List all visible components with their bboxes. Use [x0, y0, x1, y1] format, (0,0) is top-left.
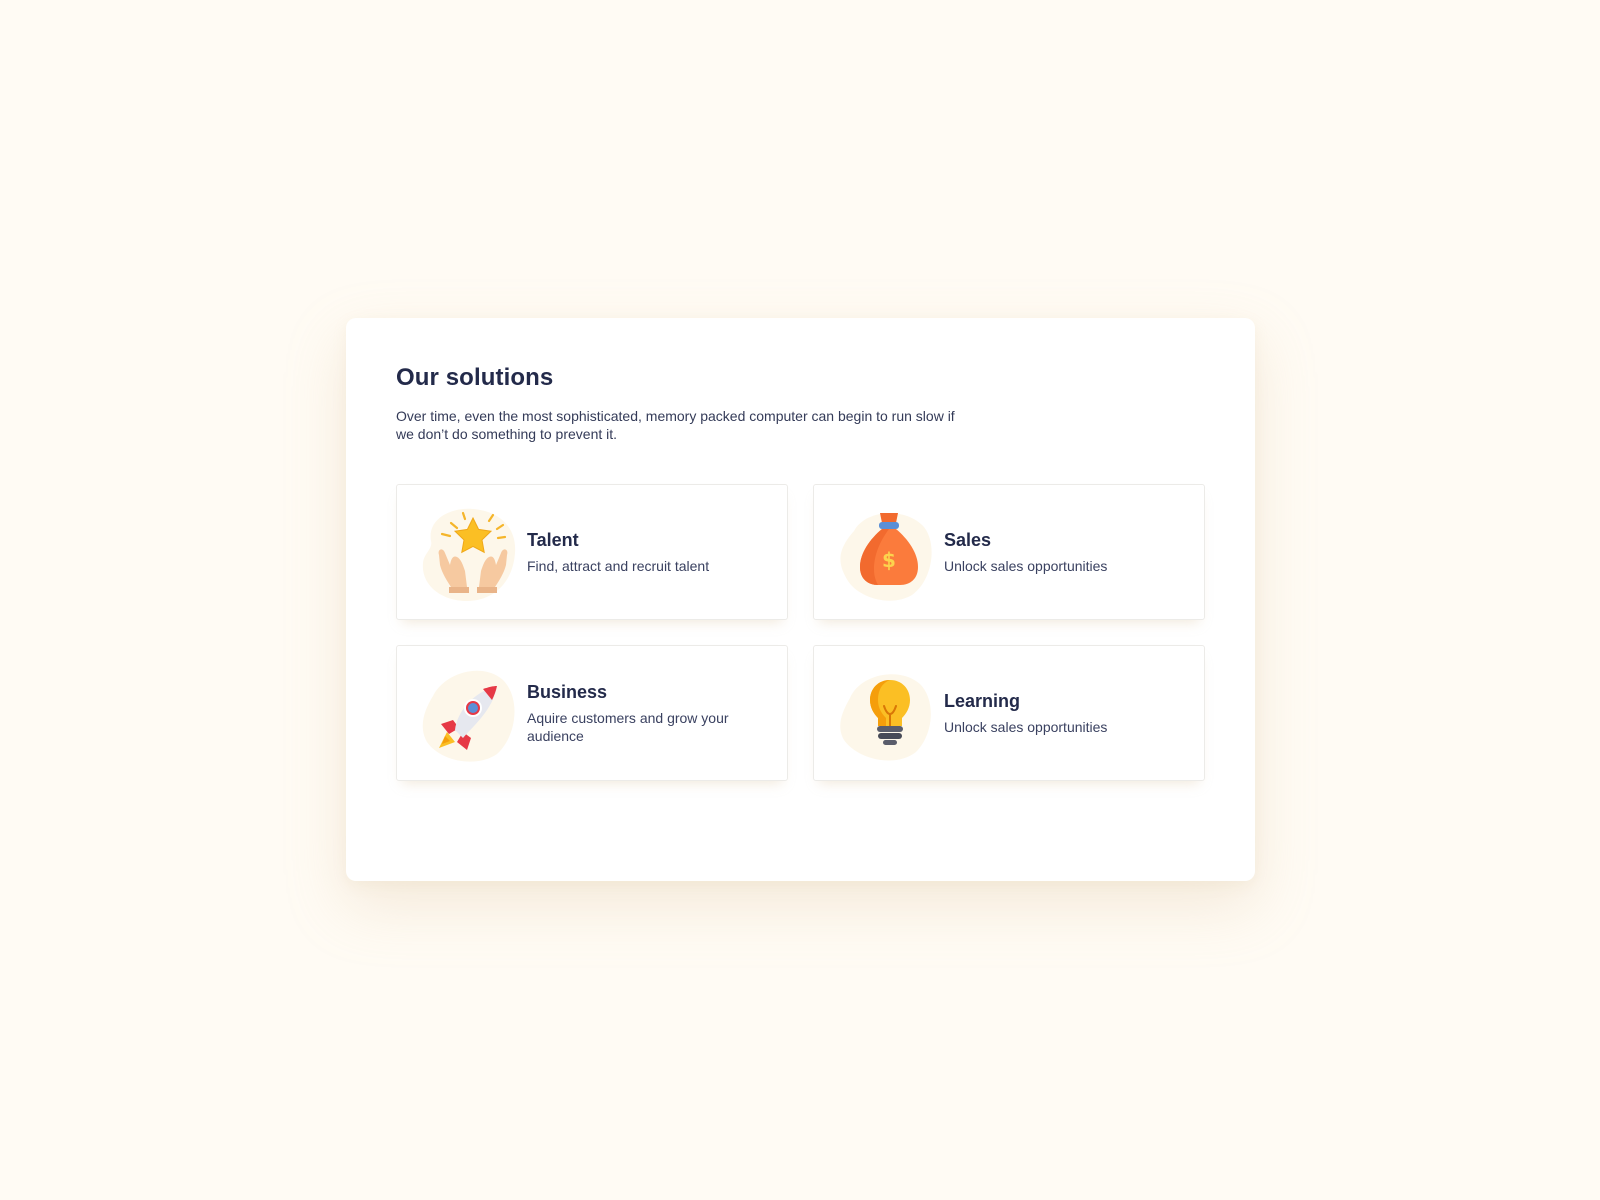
card-text: Learning Unlock sales opportunities [944, 646, 1188, 780]
solution-card-talent[interactable]: Talent Find, attract and recruit talent [396, 484, 788, 620]
solution-card-sales[interactable]: $ Sales Unlock sales opportunities [813, 484, 1205, 620]
solutions-panel: Our solutions Over time, even the most s… [346, 318, 1255, 881]
card-description: Unlock sales opportunities [944, 557, 1108, 574]
card-title: Business [527, 681, 608, 702]
card-description: Aquire customers and grow your audience [527, 709, 729, 744]
section-title: Our solutions [396, 364, 554, 391]
card-title: Learning [944, 690, 1021, 711]
card-text: Sales Unlock sales opportunities [944, 485, 1188, 619]
lightbulb-icon [834, 662, 938, 766]
card-text: Talent Find, attract and recruit talent [527, 485, 771, 619]
card-title: Sales [944, 529, 992, 550]
solution-card-business[interactable]: Business Aquire customers and grow your … [396, 645, 788, 781]
card-description: Find, attract and recruit talent [527, 557, 710, 574]
card-text: Business Aquire customers and grow your … [527, 646, 771, 780]
svg-text:$: $ [882, 548, 896, 572]
hands-star-icon [417, 501, 521, 605]
section-description: Over time, even the most sophisticated, … [396, 408, 955, 442]
solution-card-learning[interactable]: Learning Unlock sales opportunities [813, 645, 1205, 781]
rocket-icon [417, 662, 521, 766]
money-bag-icon: $ [834, 501, 938, 605]
card-description: Unlock sales opportunities [944, 718, 1108, 735]
card-title: Talent [527, 529, 579, 550]
